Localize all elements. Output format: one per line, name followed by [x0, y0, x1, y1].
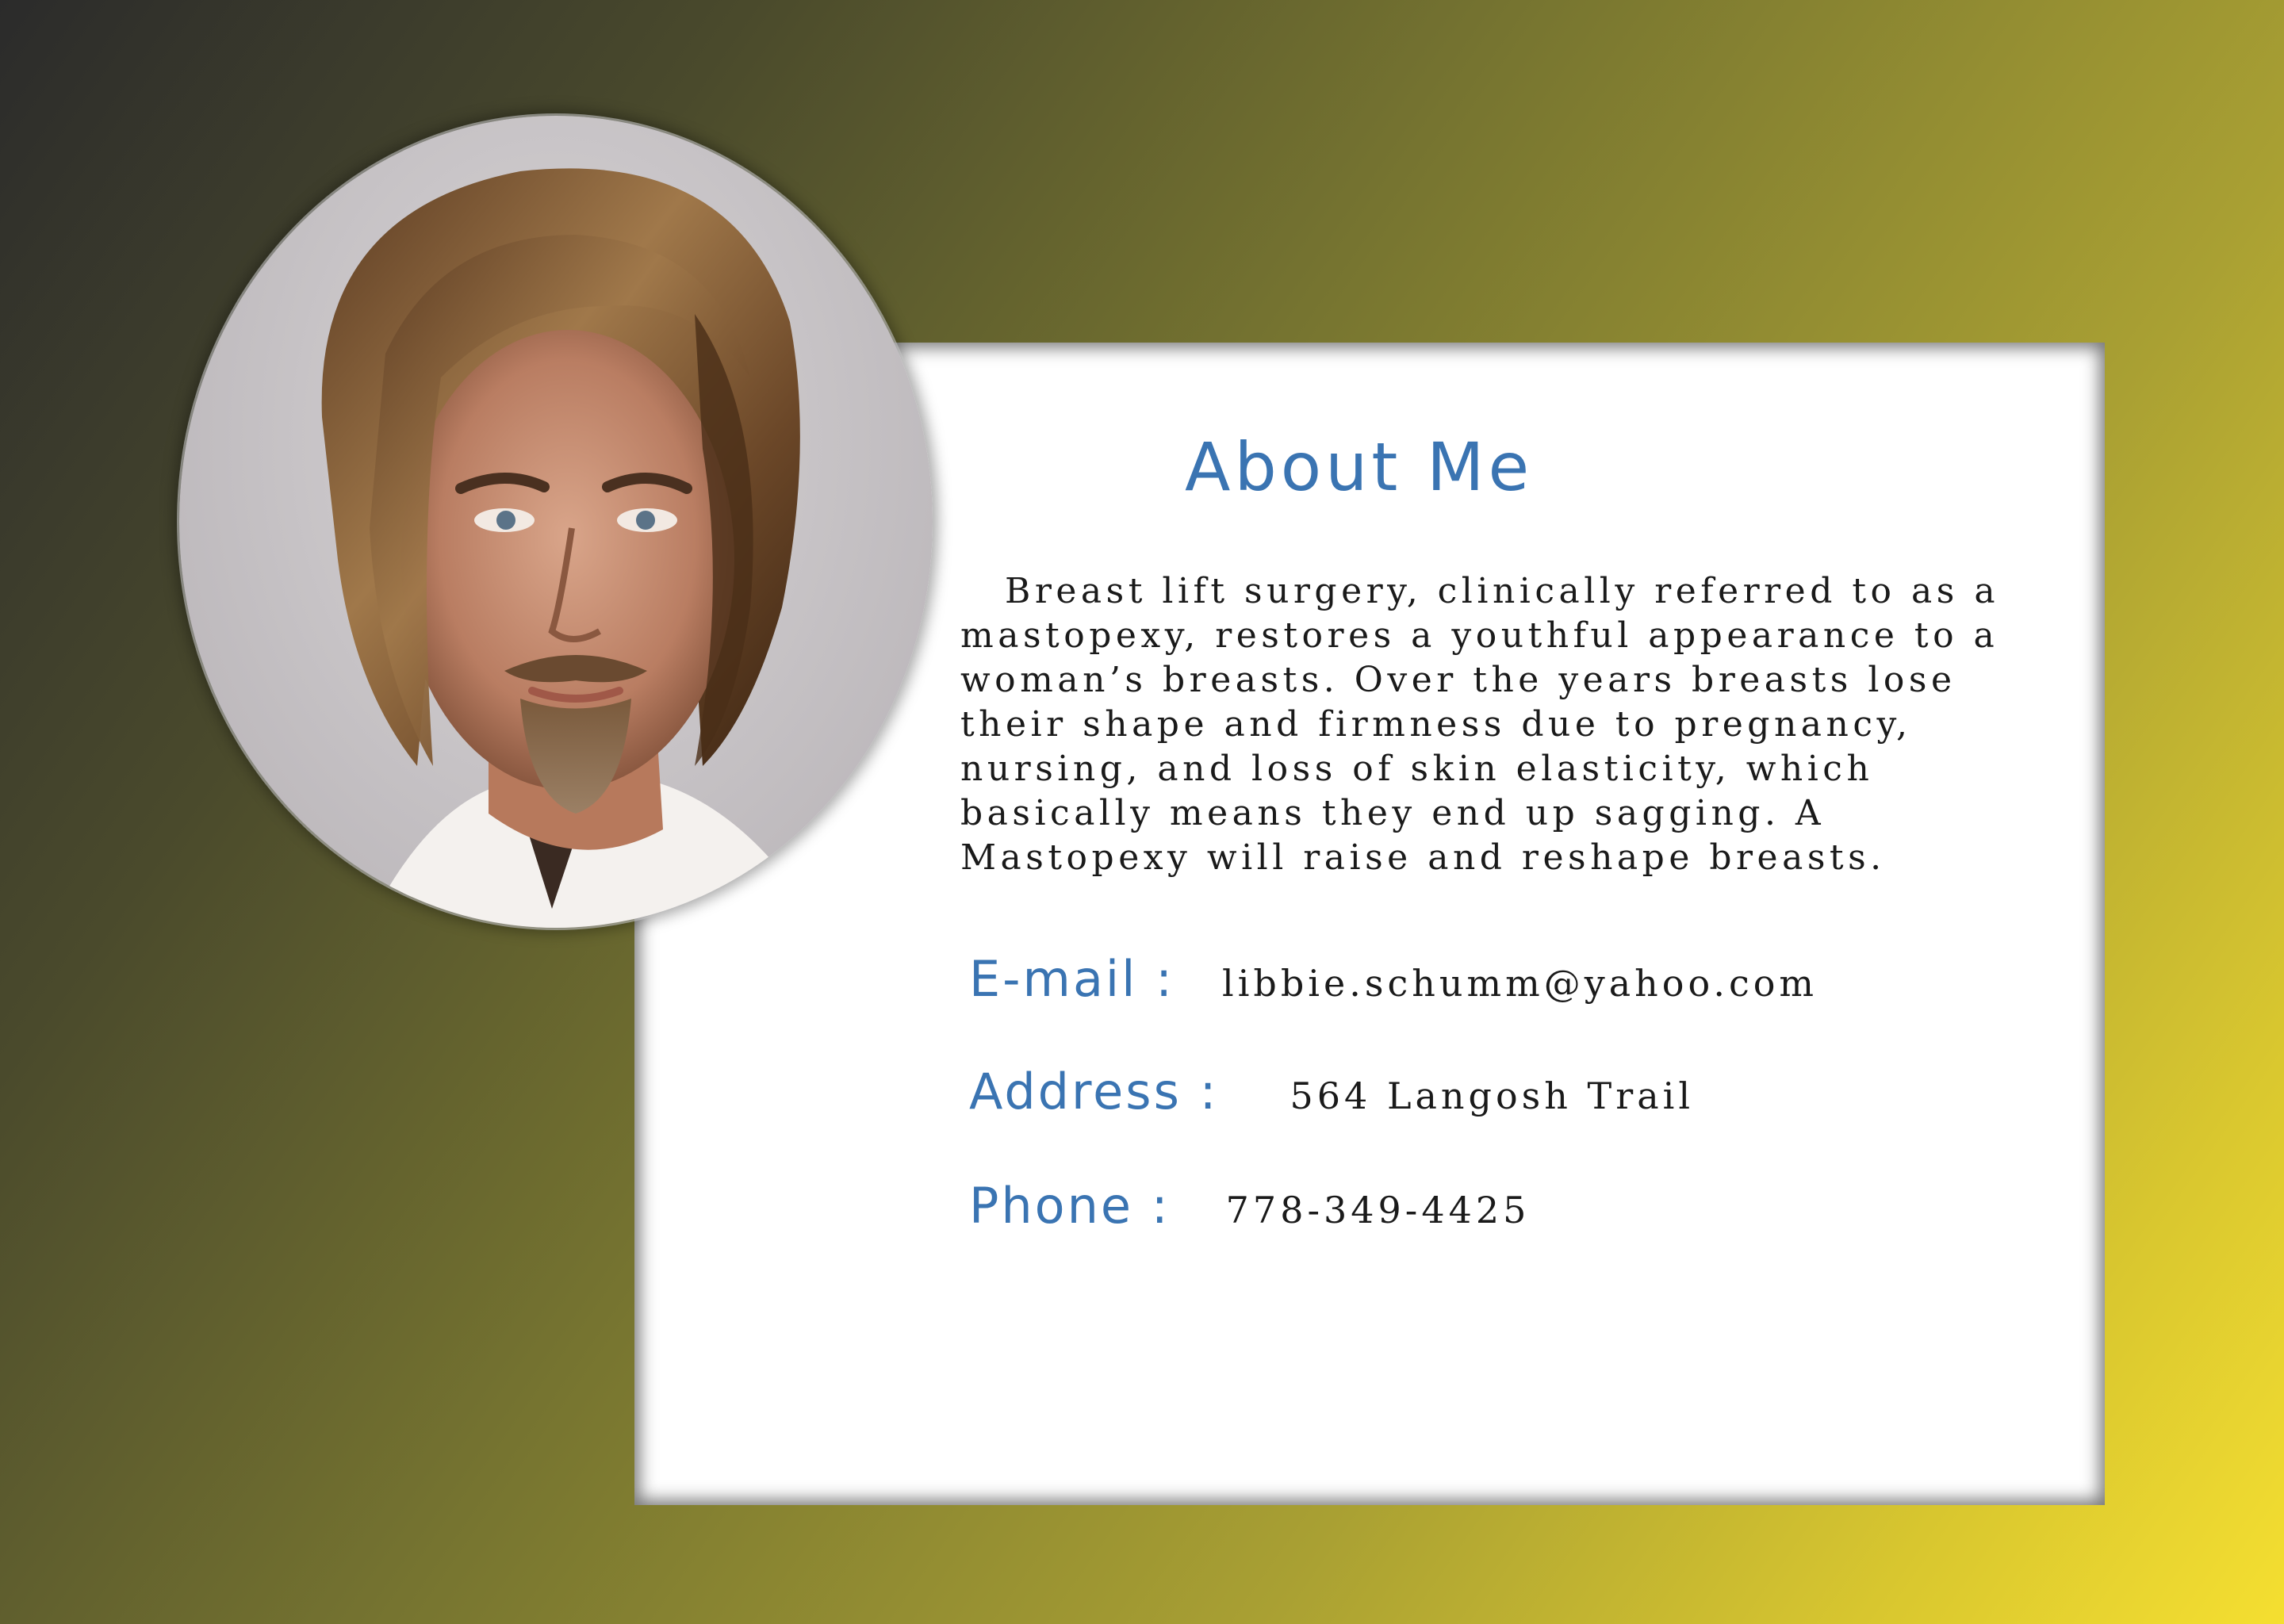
bio-text: Breast lift surgery, clinically referred…: [960, 571, 2000, 878]
phone-value: 778-349-4425: [1225, 1189, 1531, 1231]
about-title: About Me: [1185, 428, 1534, 506]
address-value: 564 Langosh Trail: [1290, 1074, 1695, 1117]
email-value: libbie.schumm@yahoo.com: [1221, 962, 1818, 1005]
phone-label: Phone :: [969, 1177, 1171, 1235]
address-label: Address :: [969, 1063, 1219, 1120]
email-label: E-mail :: [969, 950, 1175, 1008]
phone-row: Phone : 778-349-4425: [969, 1177, 1530, 1235]
profile-photo: [179, 116, 933, 928]
address-row: Address : 564 Langosh Trail: [969, 1063, 1694, 1120]
portrait-illustration: [321, 168, 800, 928]
email-row: E-mail : libbie.schumm@yahoo.com: [969, 950, 1818, 1008]
